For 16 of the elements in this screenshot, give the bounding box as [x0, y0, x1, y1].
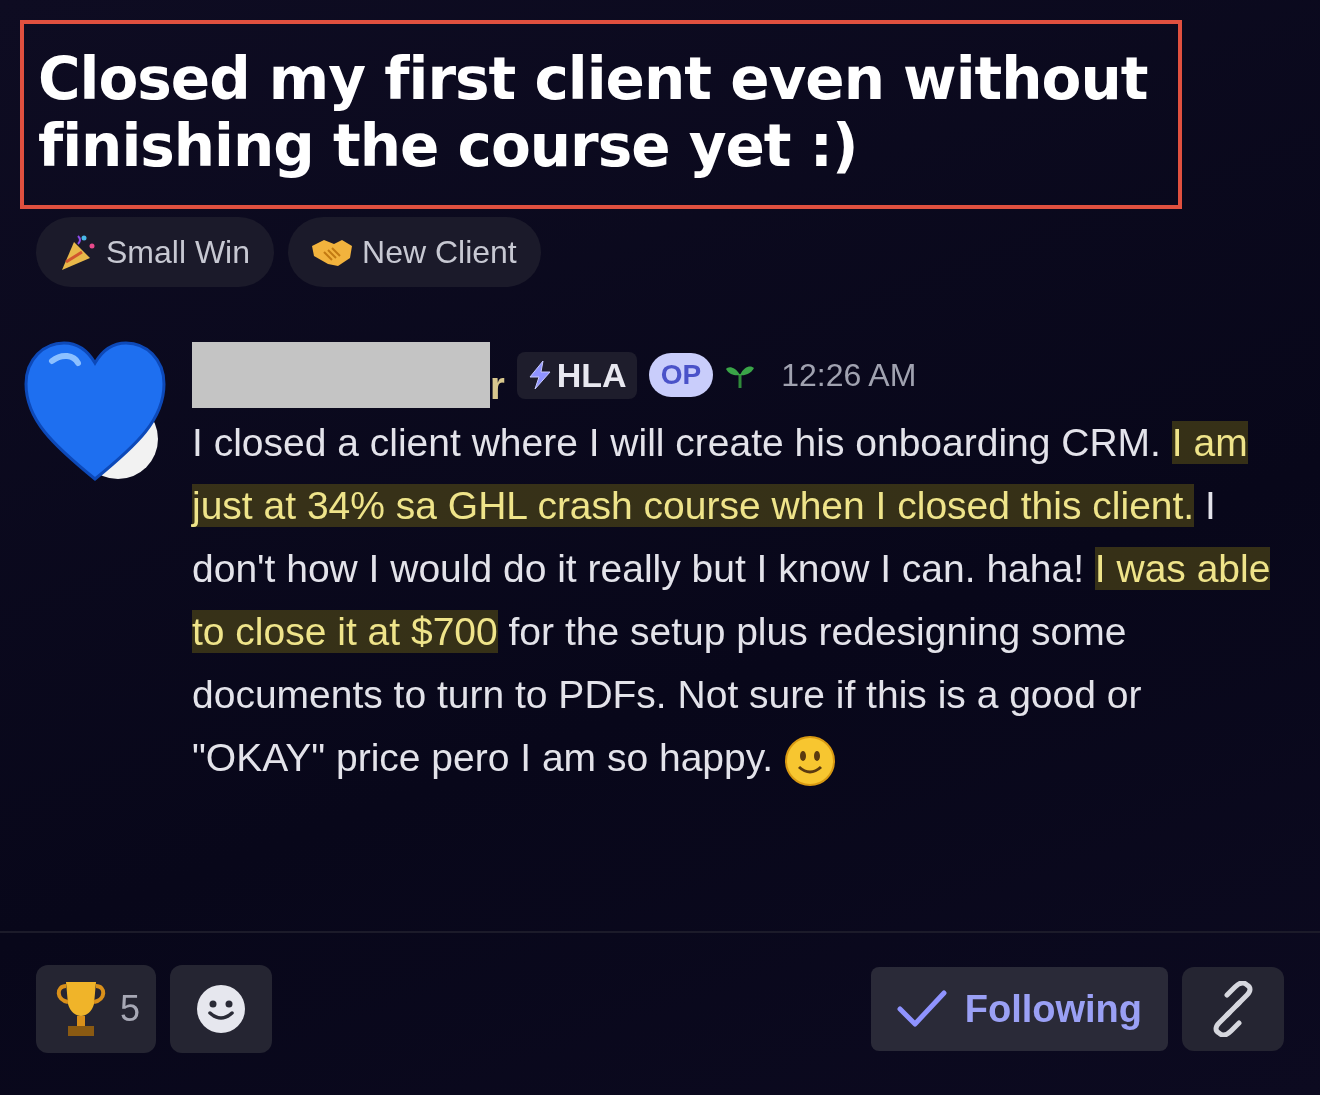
- tag-chip[interactable]: New Client: [288, 217, 541, 288]
- smiley-icon: [784, 735, 837, 788]
- checkmark-icon: [896, 989, 947, 1029]
- post-title: Closed my first client even without finishing the course yet :): [20, 20, 1182, 210]
- op-badge: OP: [648, 353, 714, 398]
- smiley-icon: [195, 983, 248, 1035]
- timestamp: 12:26 AM: [781, 356, 917, 394]
- message-text: I closed a client where I will create his onboarding CRM. I am just at 34% sa GHL crash course when I closed this client. I don't how I would do it really but I know I can. haha! I was able to close it at $700 for the setup plus redesigning some documents to turn to PDFs. Not sure if this is a good or "OKAY" price pero I am so happy.: [192, 411, 1282, 790]
- reaction-button[interactable]: 5: [36, 965, 157, 1053]
- following-button[interactable]: Following: [870, 967, 1168, 1051]
- role-badge: HLA: [516, 351, 637, 399]
- add-reaction-button[interactable]: [170, 965, 273, 1053]
- tag-chip[interactable]: Small Win: [36, 217, 274, 288]
- lightning-icon: [526, 360, 553, 391]
- copy-link-button[interactable]: [1182, 967, 1284, 1051]
- author-name[interactable]: r: [490, 365, 505, 409]
